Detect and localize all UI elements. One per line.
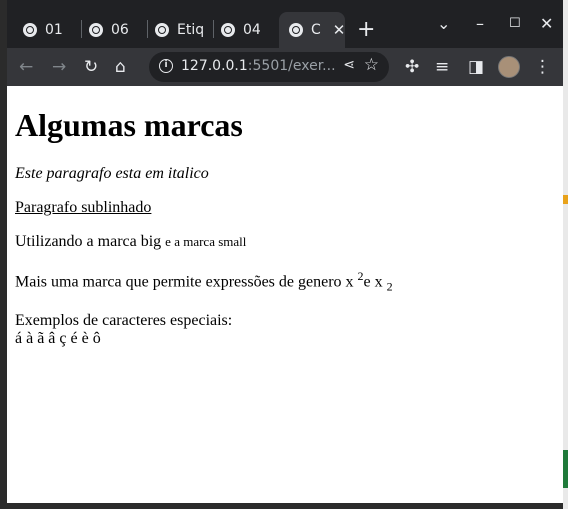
tab-separator bbox=[213, 20, 214, 38]
tab-label: 06 bbox=[111, 22, 129, 38]
tab-04[interactable]: 04 bbox=[221, 12, 261, 48]
tab-strip: 01 06 Etiq 04 C ✕ + ⌄ – ☐ ✕ bbox=[7, 0, 563, 48]
url-text[interactable]: 127.0.0.1:5501/exer... bbox=[181, 58, 336, 74]
globe-icon bbox=[23, 23, 37, 37]
tab-06[interactable]: 06 bbox=[89, 12, 129, 48]
italic-paragraph: Este paragrafo esta em italico bbox=[15, 165, 209, 182]
special-chars-paragraph: Exemplos de caracteres especiais: á à ã … bbox=[15, 312, 555, 348]
globe-icon bbox=[221, 23, 235, 37]
tab-label: C bbox=[311, 22, 321, 38]
underline-paragraph: Paragrafo sublinhado bbox=[15, 199, 152, 216]
browser-window: 01 06 Etiq 04 C ✕ + ⌄ – ☐ ✕ ← → ↻ ⌂ i 12… bbox=[7, 0, 563, 503]
browser-toolbar: ← → ↻ ⌂ i 127.0.0.1:5501/exer... ⋖ ☆ ✣ ≡… bbox=[7, 48, 563, 86]
close-tab-icon[interactable]: ✕ bbox=[333, 21, 346, 39]
forward-arrow-icon[interactable]: → bbox=[52, 55, 66, 79]
desktop-edge bbox=[563, 0, 568, 509]
desktop-edge-orange bbox=[563, 195, 568, 204]
expression-prefix: Mais uma marca que permite expressões de… bbox=[15, 273, 354, 291]
expression-paragraph: Mais uma marca que permite expressões de… bbox=[15, 267, 555, 296]
new-tab-button[interactable]: + bbox=[357, 14, 375, 46]
reading-list-icon[interactable]: ≡ bbox=[435, 55, 449, 79]
tab-label: Etiq bbox=[177, 22, 205, 38]
side-panel-icon[interactable]: ◨ bbox=[468, 55, 484, 79]
globe-icon bbox=[155, 23, 169, 37]
tab-01[interactable]: 01 bbox=[23, 12, 63, 48]
tab-etiq[interactable]: Etiq bbox=[155, 12, 211, 48]
big-small-paragraph: Utilizando a marca big e a marca small bbox=[15, 233, 555, 251]
tab-search-chevron-icon[interactable]: ⌄ bbox=[437, 12, 450, 36]
site-info-icon[interactable]: i bbox=[159, 59, 173, 73]
page-content: Algumas marcas Este paragrafo esta em it… bbox=[7, 86, 563, 503]
tab-separator bbox=[81, 20, 82, 38]
minimize-icon[interactable]: – bbox=[476, 12, 484, 36]
close-window-icon[interactable]: ✕ bbox=[540, 12, 553, 36]
tab-active[interactable]: C ✕ bbox=[279, 12, 345, 48]
special-chars: á à ã â ç é è ô bbox=[15, 329, 101, 347]
back-arrow-icon[interactable]: ← bbox=[19, 55, 33, 79]
globe-icon bbox=[89, 23, 103, 37]
tab-label: 04 bbox=[243, 22, 261, 38]
profile-avatar[interactable] bbox=[498, 56, 520, 78]
more-menu-icon[interactable]: ⋮ bbox=[534, 55, 551, 79]
expression-middle: e x bbox=[363, 273, 383, 291]
desktop-edge-green bbox=[563, 450, 568, 488]
special-chars-label: Exemplos de caracteres especiais: bbox=[15, 311, 233, 329]
maximize-icon[interactable]: ☐ bbox=[509, 12, 521, 36]
address-bar[interactable]: i 127.0.0.1:5501/exer... ⋖ ☆ bbox=[149, 52, 389, 82]
subscript: 2 bbox=[386, 279, 393, 294]
big-text: Utilizando a marca big bbox=[15, 233, 162, 250]
tab-label: 01 bbox=[45, 22, 63, 38]
home-icon[interactable]: ⌂ bbox=[115, 55, 126, 79]
page-title: Algumas marcas bbox=[15, 107, 243, 143]
extensions-puzzle-icon[interactable]: ✣ bbox=[405, 55, 419, 79]
reload-icon[interactable]: ↻ bbox=[84, 55, 98, 79]
tab-separator bbox=[147, 20, 148, 38]
bookmark-star-icon[interactable]: ☆ bbox=[364, 55, 379, 75]
small-text: e a marca small bbox=[165, 234, 247, 249]
globe-icon bbox=[289, 23, 303, 37]
share-icon[interactable]: ⋖ bbox=[343, 57, 355, 73]
